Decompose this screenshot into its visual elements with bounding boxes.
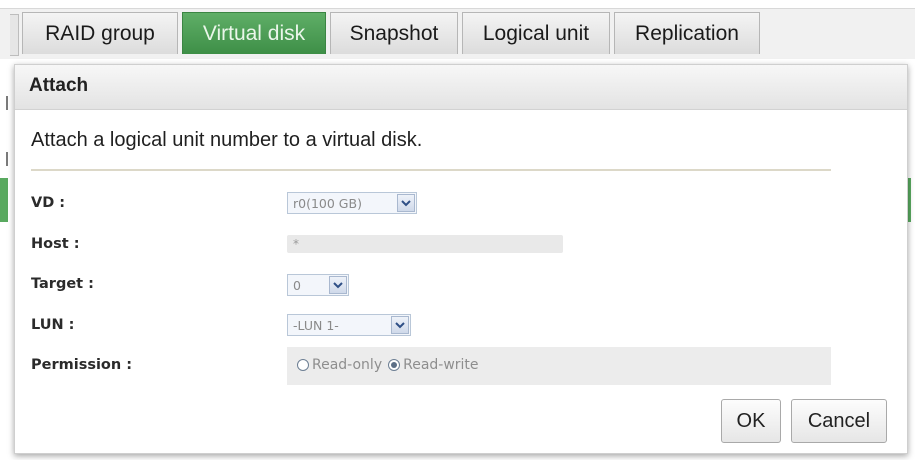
vd-select-value: r0(100 GB) [293, 195, 362, 211]
background-fragment [6, 152, 8, 166]
radio-dot [391, 362, 398, 368]
divider [31, 169, 831, 171]
tab-bar: RAID group Virtual disk Snapshot Logical… [0, 0, 915, 59]
permission-radio-group: Read-only Read-write [297, 357, 485, 373]
lun-select[interactable]: -LUN 1- [287, 314, 411, 336]
chevron-down-icon[interactable] [329, 276, 347, 294]
attach-dialog: Attach Attach a logical unit number to a… [14, 64, 908, 454]
radio-checked-icon[interactable] [388, 359, 401, 371]
radio-read-write-label: Read-write [403, 357, 479, 373]
vd-select[interactable]: r0(100 GB) [287, 192, 417, 214]
tab-logical-unit[interactable]: Logical unit [462, 12, 610, 54]
permission-row: Read-only Read-write [287, 347, 831, 385]
lun-select-value: -LUN 1- [293, 317, 339, 333]
radio-read-write[interactable]: Read-write [388, 357, 479, 373]
permission-label: Permission : [31, 357, 133, 373]
background-fragment [6, 96, 8, 110]
dialog-description: Attach a logical unit number to a virtua… [31, 129, 423, 151]
target-label: Target : [31, 276, 94, 292]
dialog-header: Attach [15, 65, 907, 110]
tab-virtual-disk[interactable]: Virtual disk [182, 12, 326, 54]
radio-read-only[interactable]: Read-only [297, 357, 382, 373]
chevron-down-icon[interactable] [397, 194, 415, 212]
host-label: Host : [31, 236, 80, 252]
background-row-highlight [0, 178, 8, 222]
tab-scroll-stub [10, 14, 19, 56]
vd-label: VD : [31, 195, 66, 211]
tab-replication[interactable]: Replication [614, 12, 760, 54]
tab-raid-group[interactable]: RAID group [22, 12, 178, 54]
target-select-value: 0 [293, 277, 301, 293]
radio-unchecked-icon[interactable] [297, 359, 309, 371]
tab-snapshot[interactable]: Snapshot [330, 12, 458, 54]
target-select[interactable]: 0 [287, 274, 349, 296]
dialog-title: Attach [29, 75, 89, 96]
chevron-down-icon[interactable] [391, 316, 409, 334]
lun-label: LUN : [31, 317, 75, 333]
radio-read-only-label: Read-only [312, 357, 383, 373]
host-field: * [287, 235, 563, 253]
ok-button[interactable]: OK [721, 399, 781, 443]
cancel-button[interactable]: Cancel [791, 399, 887, 443]
